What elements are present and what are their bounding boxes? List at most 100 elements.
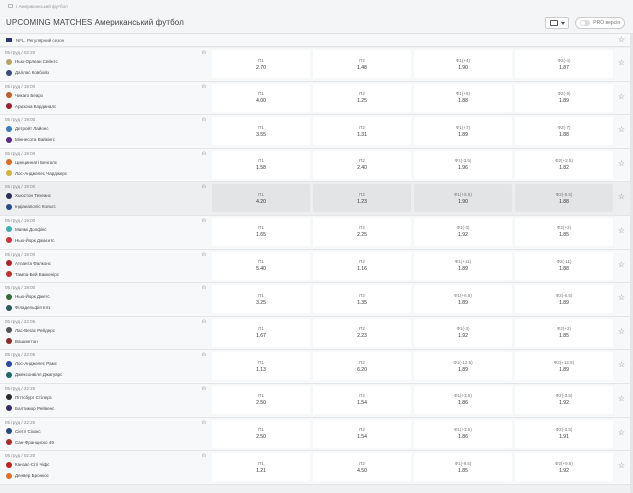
stats-icon[interactable]: ılı (202, 151, 206, 157)
odds-cell[interactable]: П2 1.16 (313, 251, 411, 280)
odds-cell[interactable]: Ф1(+3.5) 1.86 (414, 419, 512, 448)
odds-cell[interactable]: Ф2(+3) 1.85 (515, 318, 613, 347)
pro-version-toggle[interactable]: PRO версія (575, 17, 625, 29)
odds-cell[interactable]: П1 2.50 (212, 385, 310, 414)
match-info[interactable]: 05 груд / 22:05 Лос-Анджелес Рамс Джексонв… (5, 351, 205, 383)
stats-icon[interactable]: ılı (202, 453, 206, 459)
match-row[interactable]: 05 груд / 22:05 Лос-Анджелес Рамс Джексонв… (0, 350, 633, 384)
stats-icon[interactable]: ılı (202, 84, 206, 90)
odds-cell[interactable]: П2 1.25 (313, 83, 411, 112)
stats-icon[interactable]: ılı (202, 50, 206, 56)
odds-cell[interactable]: П1 1.67 (212, 318, 310, 347)
stats-icon[interactable]: ılı (202, 386, 206, 392)
match-row[interactable]: 05 груд / 19:00 Маямі Долфінс Нью-Йорк Джа… (0, 215, 633, 250)
odds-cell[interactable]: Ф2(-8) 1.89 (515, 83, 613, 112)
match-row[interactable]: 05 груд / 19:00 Цинциннаті Бенгалс Лос-Анд… (0, 148, 633, 183)
odds-cell[interactable]: П2 2.25 (313, 217, 411, 246)
odds-cell[interactable]: Ф1(+6.5) 1.89 (414, 285, 512, 314)
odds-cell[interactable]: Ф2(-3.5) 1.91 (515, 419, 613, 448)
odds-cell[interactable]: П1 2.50 (212, 419, 310, 448)
odds-cell[interactable]: П1 1.21 (212, 453, 310, 482)
star-icon[interactable]: ☆ (618, 327, 625, 336)
match-info[interactable]: 05 груд / 19:00 Нью-Йорк Джетс Філадельфія… (5, 284, 205, 316)
odds-cell[interactable]: П2 6.20 (313, 352, 411, 381)
odds-cell[interactable]: П1 1.58 (212, 150, 310, 179)
home-icon[interactable] (8, 4, 13, 8)
odds-cell[interactable]: П1 3.55 (212, 117, 310, 146)
odds-cell[interactable]: Ф2(-11) 1.88 (515, 251, 613, 280)
odds-cell[interactable]: П2 2.40 (313, 150, 411, 179)
odds-cell[interactable]: Ф1(-3) 1.92 (414, 318, 512, 347)
odds-cell[interactable]: П2 4.50 (313, 453, 411, 482)
match-info[interactable]: 05 груд / 19:00 Детройт Лайонс Міннесота В… (5, 116, 205, 148)
stats-icon[interactable]: ılı (202, 420, 206, 426)
star-icon[interactable]: ☆ (618, 126, 625, 134)
stats-icon[interactable]: ılı (202, 285, 206, 291)
odds-cell[interactable]: Ф2(-6.5) 1.89 (515, 285, 613, 314)
star-icon[interactable]: ☆ (618, 294, 625, 302)
star-icon[interactable]: ☆ (618, 193, 625, 201)
odds-cell[interactable]: П2 1.48 (313, 50, 411, 78)
match-row[interactable]: 05 груд / 19:00 Чикаго Беарз Аризона Карди… (0, 81, 633, 116)
stats-icon[interactable]: ılı (202, 184, 206, 190)
odds-cell[interactable]: Ф1(+7) 1.89 (414, 117, 512, 146)
match-info[interactable]: 05 груд / 22:25 Сіетл Сіхокс Сан-Франциско… (5, 419, 205, 451)
view-mode-button[interactable] (545, 17, 570, 29)
stats-icon[interactable]: ılı (202, 319, 206, 325)
odds-cell[interactable]: Ф1(+8) 1.88 (414, 83, 512, 112)
toggle-switch[interactable] (580, 20, 591, 26)
odds-cell[interactable]: Ф2(-4) 1.87 (515, 50, 613, 78)
odds-cell[interactable]: П1 4.20 (212, 184, 310, 213)
odds-cell[interactable]: П1 1.13 (212, 352, 310, 381)
odds-cell[interactable]: П1 5.40 (212, 251, 310, 280)
star-icon[interactable]: ☆ (618, 36, 625, 44)
match-row[interactable]: 05 груд / 19:00 Нью-Йорк Джетс Філадельфія… (0, 283, 633, 317)
odds-cell[interactable]: П2 1.23 (313, 184, 411, 213)
star-icon[interactable]: ☆ (618, 394, 625, 403)
star-icon[interactable]: ☆ (618, 92, 625, 101)
odds-cell[interactable]: П2 1.54 (313, 419, 411, 448)
match-info[interactable]: 05 груд / 19:00 Цинциннаті Бенгалс Лос-Анд… (5, 150, 205, 182)
match-row[interactable]: 05 груд / 19:00 Детройт Лайонс Міннесота В… (0, 115, 633, 149)
match-row[interactable]: 05 груд / 22:25 Піттсбург Стілерз Балтимор… (0, 383, 633, 418)
odds-cell[interactable]: Ф2(+12.5) 1.89 (515, 352, 613, 381)
star-icon[interactable]: ☆ (618, 428, 625, 437)
match-info[interactable]: 05 груд / 22:05 Лас-Вегас Рейдерс Вашингто… (5, 318, 205, 350)
odds-cell[interactable]: П2 2.23 (313, 318, 411, 347)
odds-cell[interactable]: Ф2(-3.5) 1.92 (515, 385, 613, 414)
odds-cell[interactable]: Ф2(-7) 1.88 (515, 117, 613, 146)
odds-cell[interactable]: Ф1(-3.5) 1.96 (414, 150, 512, 179)
odds-cell[interactable]: П2 1.54 (313, 385, 411, 414)
odds-cell[interactable]: Ф2(+9.5) 1.92 (515, 453, 613, 482)
match-row[interactable]: 06 груд / 02:20 Канзас-Сіті Чіфс Денвер Бр… (0, 451, 633, 485)
match-info[interactable]: 05 груд / 19:00 Чикаго Беарз Аризона Карди… (5, 83, 205, 115)
star-icon[interactable]: ☆ (618, 59, 625, 67)
odds-cell[interactable]: Ф1(-12.5) 1.89 (414, 352, 512, 381)
breadcrumb-current[interactable]: Американський футбол (19, 4, 68, 9)
star-icon[interactable]: ☆ (618, 462, 625, 470)
odds-cell[interactable]: П1 1.65 (212, 217, 310, 246)
match-row[interactable]: 05 груд / 22:05 Лас-Вегас Рейдерс Вашингто… (0, 316, 633, 351)
odds-cell[interactable]: П1 4.00 (212, 83, 310, 112)
stats-icon[interactable]: ılı (202, 252, 206, 258)
star-icon[interactable]: ☆ (618, 226, 625, 235)
odds-cell[interactable]: П1 2.70 (212, 50, 310, 78)
star-icon[interactable]: ☆ (618, 260, 625, 269)
match-info[interactable]: 05 груд / 22:25 Піттсбург Стілерз Балтимор… (5, 385, 205, 417)
match-row[interactable]: 05 груд / 02:20 Нью-Орлеан Сейнтс Даллас К… (0, 48, 633, 82)
odds-cell[interactable]: П2 1.35 (313, 285, 411, 314)
match-info[interactable]: 05 груд / 19:00 Атланта Фалконс Тампа-Бей … (5, 251, 205, 283)
stats-icon[interactable]: ılı (202, 117, 206, 123)
odds-cell[interactable]: Ф1(-3) 1.92 (414, 217, 512, 246)
match-info[interactable]: 05 груд / 19:00 Маямі Долфінс Нью-Йорк Джа… (5, 217, 205, 249)
match-info[interactable]: 05 груд / 02:20 Нью-Орлеан Сейнтс Даллас К… (5, 49, 205, 81)
odds-cell[interactable]: Ф1(+3.5) 1.86 (414, 385, 512, 414)
odds-cell[interactable]: П2 1.31 (313, 117, 411, 146)
odds-cell[interactable]: Ф2(+3.5) 1.82 (515, 150, 613, 179)
odds-cell[interactable]: П1 3.25 (212, 285, 310, 314)
league-row[interactable]: NFL. Регулярний сезон ☆ (0, 34, 633, 47)
star-icon[interactable]: ☆ (618, 159, 625, 168)
match-info[interactable]: 05 груд / 19:00 Хьюстон Техеанс Індіанапол… (5, 183, 205, 215)
star-icon[interactable]: ☆ (618, 361, 625, 369)
odds-cell[interactable]: Ф1(-9.5) 1.85 (414, 453, 512, 482)
